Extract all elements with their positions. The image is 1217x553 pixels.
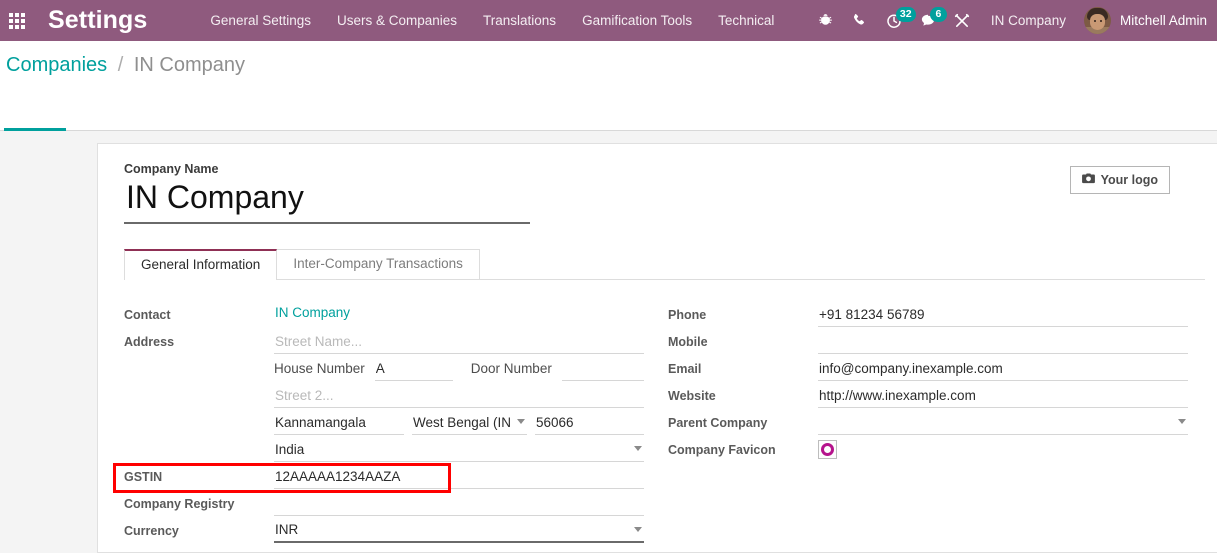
breadcrumb-separator: /: [117, 54, 124, 76]
zip-input[interactable]: [535, 410, 644, 435]
currency-label: Currency: [124, 524, 179, 538]
website-label: Website: [668, 389, 716, 403]
gstin-label: GSTIN: [124, 470, 163, 484]
tab-general-information[interactable]: General Information: [124, 249, 278, 280]
user-menu[interactable]: Mitchell Admin: [1078, 7, 1211, 34]
tools-wrench-icon[interactable]: [945, 0, 979, 41]
contact-value-link[interactable]: IN Company: [274, 302, 644, 327]
parent-company-select[interactable]: [818, 410, 1188, 435]
field-contact: Contact IN Company: [124, 302, 644, 329]
company-switcher[interactable]: IN Company: [979, 13, 1078, 28]
address-label-spacer-3: [124, 410, 274, 415]
country-select[interactable]: India: [274, 437, 644, 462]
odoo-ring-icon: [821, 443, 834, 456]
gstin-input[interactable]: [274, 464, 644, 489]
street-input[interactable]: [274, 329, 644, 354]
field-mobile: Mobile: [668, 329, 1188, 356]
form-column-right: Phone Mobile Email: [668, 302, 1188, 545]
door-number-input[interactable]: [561, 356, 644, 381]
apps-grid-icon[interactable]: [0, 0, 34, 41]
apps-grid-glyph: [9, 12, 25, 29]
breadcrumb-current: IN Company: [133, 54, 246, 76]
activity-clock-icon[interactable]: 32: [877, 0, 916, 41]
mobile-input[interactable]: [818, 329, 1188, 354]
username-label: Mitchell Admin: [1119, 13, 1207, 28]
company-favicon-label: Company Favicon: [668, 443, 776, 457]
messages-chat-icon[interactable]: 6: [911, 0, 947, 41]
form-tabs: General Information Inter-Company Transa…: [124, 249, 1205, 280]
email-input[interactable]: [818, 356, 1188, 381]
form-column-left: Contact IN Company Address House N: [124, 302, 644, 545]
field-company-registry: Company Registry: [124, 491, 644, 518]
menu-item-general-settings[interactable]: General Settings: [197, 0, 324, 41]
currency-select[interactable]: INR: [274, 518, 644, 543]
top-navbar: Settings General Settings Users & Compan…: [0, 0, 1217, 41]
address-label-spacer-4: [124, 437, 274, 442]
your-logo-button[interactable]: Your logo: [1069, 166, 1170, 194]
door-number-label: Door Number: [470, 361, 552, 376]
field-country: India: [124, 437, 644, 464]
field-street2: [124, 383, 644, 410]
company-registry-input[interactable]: [274, 491, 644, 516]
field-city-state-zip: West Bengal (IN): [124, 410, 644, 437]
menu-item-technical[interactable]: Technical: [705, 0, 787, 41]
control-panel: Companies / IN Company SAVE DISCARD: [0, 41, 1217, 158]
field-website: Website: [668, 383, 1188, 410]
parent-company-label: Parent Company: [668, 416, 768, 430]
phone-icon[interactable]: [843, 0, 877, 41]
address-label-spacer-2: [124, 383, 274, 388]
breadcrumb-companies[interactable]: Companies: [6, 54, 107, 76]
app-brand-title: Settings: [48, 6, 148, 34]
menu-item-gamification-tools[interactable]: Gamification Tools: [569, 0, 705, 41]
tab-inter-company-transactions[interactable]: Inter-Company Transactions: [276, 249, 480, 279]
city-input[interactable]: [274, 410, 404, 435]
state-select[interactable]: West Bengal (IN): [412, 410, 527, 435]
company-name-input[interactable]: [124, 179, 530, 224]
navbar-right-tools: 32 6 IN Company Mitchell Admin: [809, 0, 1217, 41]
breadcrumb: Companies / IN Company: [6, 54, 245, 77]
house-number-input[interactable]: [374, 356, 453, 381]
street2-input[interactable]: [274, 383, 644, 408]
field-parent-company: Parent Company: [668, 410, 1188, 437]
form-body: Contact IN Company Address House N: [124, 302, 1205, 545]
address-label-spacer: [124, 356, 274, 361]
phone-input[interactable]: [818, 302, 1188, 327]
field-phone: Phone: [668, 302, 1188, 329]
email-label: Email: [668, 362, 702, 376]
phone-label: Phone: [668, 308, 707, 322]
main-menu: General Settings Users & Companies Trans…: [197, 0, 787, 41]
house-number-label: House Number: [274, 361, 365, 376]
field-house-door-number: House Number Door Number: [124, 356, 644, 383]
form-sheet: Your logo Company Name General Informati…: [97, 143, 1217, 553]
company-favicon-image[interactable]: [818, 440, 837, 459]
menu-item-users-companies[interactable]: Users & Companies: [324, 0, 470, 41]
company-registry-label: Company Registry: [124, 497, 235, 511]
camera-icon: [1081, 173, 1095, 187]
bug-icon[interactable]: [809, 0, 843, 41]
website-input[interactable]: [818, 383, 1188, 408]
menu-item-translations[interactable]: Translations: [470, 0, 569, 41]
your-logo-label: Your logo: [1100, 173, 1158, 187]
company-name-label: Company Name: [124, 162, 219, 176]
field-gstin: GSTIN: [124, 464, 644, 491]
field-currency: Currency INR: [124, 518, 644, 545]
field-email: Email: [668, 356, 1188, 383]
contact-label: Contact: [124, 308, 171, 322]
field-company-favicon: Company Favicon: [668, 437, 1188, 464]
address-label: Address: [124, 335, 175, 349]
field-address-street: Address: [124, 329, 644, 356]
sheet-background: Your logo Company Name General Informati…: [0, 131, 1217, 553]
avatar: [1083, 7, 1111, 34]
mobile-label: Mobile: [668, 335, 708, 349]
